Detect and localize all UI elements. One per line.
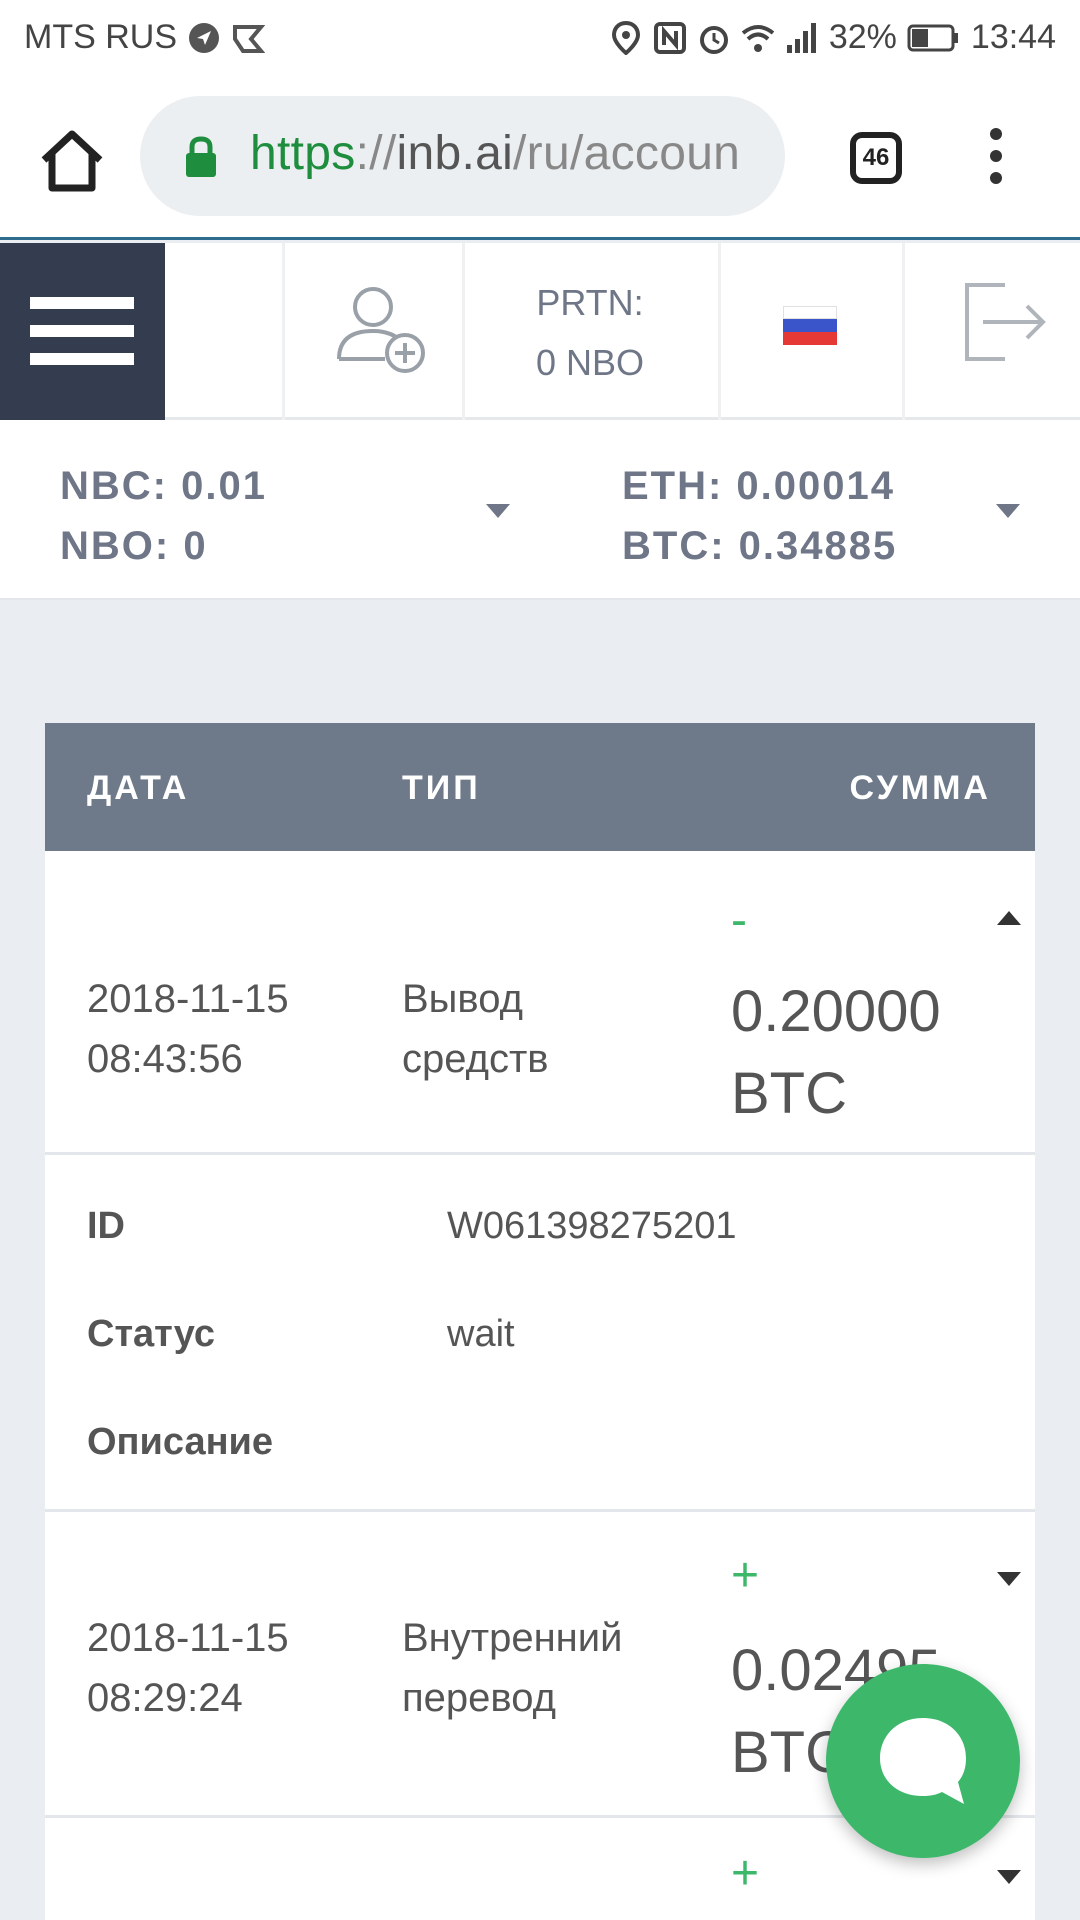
url-host: inb.ai — [396, 127, 514, 180]
row-type-line2: средств — [402, 1037, 549, 1081]
row-type: Вывод средств — [402, 969, 549, 1089]
row-amount-value: 0.20000 — [731, 979, 941, 1044]
id-label: ID — [87, 1205, 125, 1247]
chevron-down-icon[interactable] — [996, 504, 1020, 518]
carrier-name: MTS RUS — [24, 18, 177, 56]
id-value: W061398275201 — [447, 1205, 737, 1247]
transaction-details: ID W061398275201 Статус wait Описание — [45, 1155, 1035, 1512]
eth-balance: ETH: 0.00014 — [622, 464, 896, 508]
url-path: /ru/accoun — [513, 127, 741, 180]
nfc-icon — [653, 21, 686, 54]
amount-sign: + — [731, 1847, 760, 1900]
location-icon — [611, 20, 640, 55]
row-amount-currency: BTC — [731, 1061, 847, 1126]
address-bar[interactable]: https://inb.ai/ru/accoun — [140, 96, 785, 216]
alarm-icon — [699, 25, 728, 54]
url-separator: :// — [355, 127, 397, 180]
btc-balance: BTC: 0.34885 — [622, 524, 898, 568]
add-user-icon — [337, 287, 425, 373]
table-header: ДАТА ТИП СУММА — [45, 723, 1035, 851]
signal-icon — [786, 22, 816, 53]
chevron-up-icon[interactable] — [997, 911, 1021, 925]
tab-switcher-button[interactable]: 46 — [850, 132, 902, 184]
clock: 13:44 — [970, 18, 1056, 56]
battery-percent: 32% — [828, 18, 897, 56]
chevron-down-icon[interactable] — [997, 1870, 1021, 1884]
row-type-line1: Вывод — [402, 977, 523, 1021]
page: MTS RUS 32% 13:44 https://inb.ai/ru/acco… — [0, 0, 1080, 1920]
status-label: Статус — [87, 1313, 216, 1355]
nbc-balance: NBC: 0.01 — [60, 464, 267, 508]
url-text: https://inb.ai/ru/accoun — [250, 126, 740, 181]
column-header-date: ДАТА — [87, 769, 190, 807]
chat-button[interactable] — [826, 1664, 1020, 1858]
url-scheme: https — [250, 127, 356, 180]
column-header-type: ТИП — [402, 769, 481, 807]
row-date-time: 08:29:24 — [87, 1676, 243, 1720]
language-button[interactable] — [718, 243, 902, 420]
nbo-balance: NBO: 0 — [60, 524, 208, 568]
status-value: wait — [447, 1313, 515, 1355]
row-type: Внутренний перевод — [402, 1608, 622, 1728]
row-date: 2018-11-15 08:43:56 — [87, 969, 289, 1089]
balance-group-right[interactable]: ETH: 0.00014 BTC: 0.34885 — [622, 456, 897, 576]
add-partner-button[interactable] — [282, 243, 462, 420]
site-header: PRTN: 0 NBO — [0, 243, 1080, 420]
home-icon[interactable] — [36, 124, 108, 196]
browser-toolbar: https://inb.ai/ru/accoun 46 — [0, 76, 1080, 240]
row-date-day: 2018-11-15 — [87, 977, 289, 1021]
navigation-icon — [189, 22, 219, 53]
logout-button[interactable] — [902, 243, 1080, 420]
lock-icon — [186, 136, 216, 177]
column-header-amount: СУММА — [849, 769, 991, 807]
row-amount: 0.20000 BTC — [731, 971, 941, 1135]
amount-sign: - — [731, 894, 747, 947]
row-date-day: 2018-11-15 — [87, 1616, 289, 1660]
balances-bar: NBC: 0.01 NBO: 0 ETH: 0.00014 BTC: 0.348… — [0, 420, 1080, 600]
battery-icon — [907, 24, 958, 51]
wifi-icon — [741, 24, 775, 52]
chat-icon — [880, 1718, 966, 1804]
row-type-line1: Внутренний — [402, 1616, 623, 1660]
prtn-value: 0 NBO — [535, 342, 645, 383]
table-row[interactable]: 2018-11-15 08:43:56 Вывод средств - 0.20… — [45, 851, 1035, 1155]
prtn-balance: PRTN: 0 NBO — [462, 243, 718, 420]
row-date: 2018-11-15 08:29:24 — [87, 1608, 289, 1728]
chevron-down-icon[interactable] — [486, 504, 510, 518]
chevron-down-icon[interactable] — [997, 1572, 1021, 1586]
ru-flag-icon — [783, 306, 837, 345]
notification-icon — [233, 24, 265, 53]
amount-sign: + — [731, 1549, 760, 1602]
browser-menu-icon[interactable] — [984, 128, 1008, 192]
balance-group-left[interactable]: NBC: 0.01 NBO: 0 — [60, 456, 267, 576]
row-type-line2: перевод — [402, 1676, 556, 1720]
logout-icon — [965, 283, 1046, 361]
description-label: Описание — [87, 1421, 274, 1463]
prtn-label: PRTN: — [536, 282, 644, 323]
row-date-time: 08:43:56 — [87, 1037, 243, 1081]
status-bar: MTS RUS 32% 13:44 — [0, 0, 1080, 76]
hamburger-menu-button[interactable] — [0, 243, 165, 420]
